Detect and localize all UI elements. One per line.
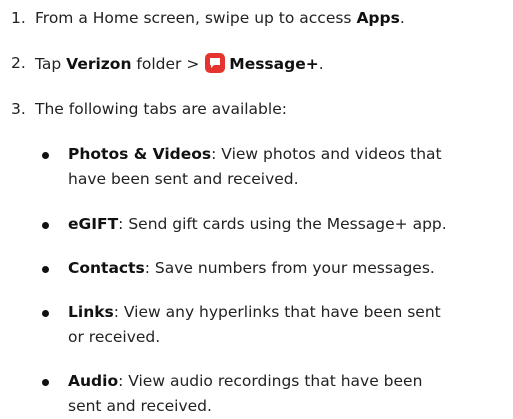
tab-contacts-title: Contacts xyxy=(68,259,145,277)
tab-audio-title: Audio xyxy=(68,372,119,390)
tab-links-title: Links xyxy=(68,303,114,321)
tab-photos-videos-title: Photos & Videos xyxy=(68,145,212,163)
verizon-folder-label: Verizon xyxy=(66,55,132,73)
tab-contacts: Contacts: Save numbers from your message… xyxy=(68,259,435,277)
tab-egift: eGIFT: Send gift cards using the Message… xyxy=(68,215,447,233)
bullet-icon xyxy=(42,310,49,317)
bullet-icon xyxy=(42,152,49,159)
message-plus-label: Message+ xyxy=(229,55,319,73)
instructions-page: 1. From a Home screen, swipe up to acces… xyxy=(0,0,513,419)
tab-audio-cont: sent and received. xyxy=(68,397,212,415)
step-3-text: The following tabs are available: xyxy=(35,100,287,118)
bullet-icon xyxy=(42,222,49,229)
tab-links-cont: or received. xyxy=(68,328,161,346)
step-1-text: From a Home screen, swipe up to access A… xyxy=(35,9,405,27)
step-2-number: 2. xyxy=(11,54,26,72)
bullet-icon xyxy=(42,266,49,273)
tab-photos-videos: Photos & Videos: View photos and videos … xyxy=(68,145,442,163)
step-3-number: 3. xyxy=(11,100,26,118)
message-plus-app-icon xyxy=(205,53,226,73)
tab-egift-title: eGIFT xyxy=(68,215,119,233)
bullet-icon xyxy=(42,379,49,386)
step-2-text: Tap Verizon folder > Message+. xyxy=(35,53,324,73)
tab-links: Links: View any hyperlinks that have bee… xyxy=(68,303,441,321)
tab-photos-videos-cont: have been sent and received. xyxy=(68,170,299,188)
apps-label: Apps xyxy=(356,9,400,27)
step-1-number: 1. xyxy=(11,9,26,27)
tab-audio: Audio: View audio recordings that have b… xyxy=(68,372,423,390)
